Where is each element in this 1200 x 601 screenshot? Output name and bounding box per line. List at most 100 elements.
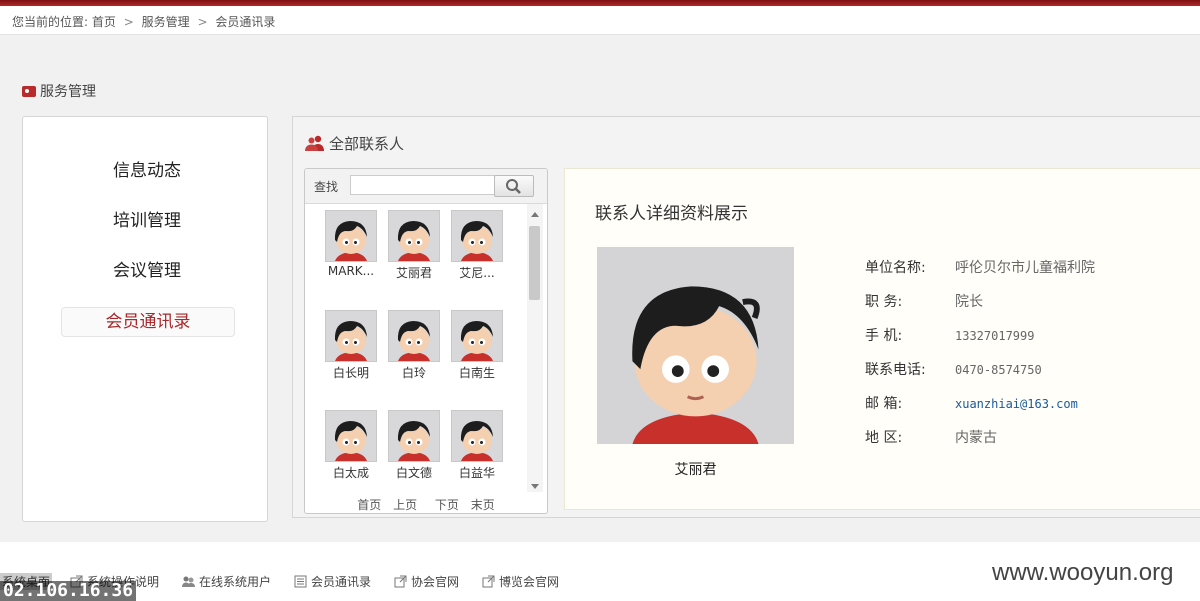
- contacts-title: 全部联系人: [305, 133, 404, 154]
- avatar: [325, 210, 377, 262]
- contact-card[interactable]: 白文德: [384, 408, 444, 494]
- contact-list-panel: 查找 MARK... 艾丽君 艾尼... 白长明 白玲 白南生白太成 白文德 白益华 首页 上…: [304, 168, 548, 514]
- field-value: 院长: [955, 294, 983, 310]
- avatar-image: [597, 247, 794, 444]
- field-title: 职 务: 院长: [865, 291, 983, 311]
- footer-bar: 系统桌面 系统操作说明 在线系统用户 会员通讯录 协会官网 博览会官网 www.…: [0, 543, 1200, 601]
- contact-card[interactable]: 白益华: [447, 408, 507, 494]
- avatar: [325, 410, 377, 462]
- avatar: [451, 310, 503, 362]
- field-label: 联系电话:: [865, 362, 926, 378]
- contact-card[interactable]: MARK...: [321, 208, 381, 298]
- list-icon: [294, 575, 307, 588]
- contact-card-name: 白长明: [332, 366, 369, 380]
- footer-link-label: 在线系统用户: [199, 575, 272, 589]
- contact-card-name: 艾丽君: [395, 266, 432, 280]
- contact-card-name: 白太成: [332, 466, 369, 480]
- contact-card[interactable]: 白南生: [447, 308, 507, 398]
- external-link-icon: [482, 575, 495, 588]
- breadcrumb-prefix: 您当前的位置:: [12, 15, 89, 29]
- avatar: [388, 410, 440, 462]
- contacts-title-text: 全部联系人: [329, 135, 405, 153]
- contact-card-name: 艾尼...: [459, 266, 495, 280]
- contact-card-name: 白玲: [401, 366, 426, 380]
- field-org: 单位名称: 呼伦贝尔市儿童福利院: [865, 257, 1095, 277]
- external-link-icon: [394, 575, 407, 588]
- field-label: 单位名称:: [865, 260, 926, 276]
- contact-list-scrollbar[interactable]: [527, 204, 543, 492]
- field-label: 职 务:: [865, 294, 903, 310]
- contact-card-name: 白文德: [395, 466, 432, 480]
- footer-link-expo[interactable]: 博览会官网: [482, 573, 559, 590]
- search-input[interactable]: [350, 175, 498, 195]
- avatar: [451, 210, 503, 262]
- field-value: 呼伦贝尔市儿童福利院: [955, 260, 1095, 276]
- pager: 首页 上页 下页 末页: [305, 496, 547, 512]
- field-value: 内蒙古: [955, 430, 997, 446]
- contact-card[interactable]: 艾尼...: [447, 208, 507, 298]
- footer-link-association[interactable]: 协会官网: [394, 573, 459, 590]
- contact-card-name: MARK...: [327, 264, 375, 278]
- field-phone: 联系电话: 0470-8574750: [865, 359, 1042, 379]
- contact-grid: MARK... 艾丽君 艾尼... 白长明 白玲 白南生白太成 白文德 白益华: [305, 204, 527, 494]
- section-title-text: 服务管理: [40, 84, 96, 100]
- email-link[interactable]: xuanzhiai@163.com: [955, 397, 1078, 411]
- pager-first[interactable]: 首页: [357, 498, 381, 512]
- pager-next[interactable]: 下页: [435, 498, 459, 512]
- breadcrumb-separator: >: [123, 15, 134, 29]
- field-value: 0470-8574750: [955, 363, 1042, 377]
- breadcrumb-home[interactable]: 首页: [92, 15, 116, 29]
- search-button[interactable]: [494, 175, 534, 197]
- contact-photo: [597, 247, 794, 444]
- section-title: 服务管理: [22, 81, 96, 101]
- id-card-icon: [22, 86, 36, 97]
- users-icon: [305, 135, 324, 151]
- main-area: 服务管理 信息动态 培训管理 会议管理 会员通讯录 全部联系人 查找 MARK.…: [0, 35, 1200, 542]
- avatar: [325, 310, 377, 362]
- footer-link-directory[interactable]: 会员通讯录: [294, 573, 371, 590]
- scrollbar-thumb[interactable]: [529, 226, 540, 300]
- contact-detail: 联系人详细资料展示 艾丽君 单位名称: 呼伦贝尔市儿童福利院 职 务: 院长 手 机…: [564, 168, 1200, 510]
- contact-card-name: 白南生: [458, 366, 495, 380]
- contact-card[interactable]: 白太成: [321, 408, 381, 494]
- left-nav: 信息动态 培训管理 会议管理 会员通讯录: [22, 116, 268, 522]
- search-row: 查找: [305, 169, 547, 204]
- avatar: [388, 210, 440, 262]
- search-icon: [506, 179, 521, 194]
- avatar: [451, 410, 503, 462]
- contact-card[interactable]: 白玲: [384, 308, 444, 398]
- field-email: 邮 箱: xuanzhiai@163.com: [865, 393, 1078, 413]
- nav-item-news[interactable]: 信息动态: [61, 157, 233, 185]
- footer-link-label: 博览会官网: [499, 575, 560, 589]
- users-icon: [182, 576, 195, 587]
- nav-item-meetings[interactable]: 会议管理: [61, 257, 233, 285]
- contact-name: 艾丽君: [674, 462, 717, 478]
- field-value: 13327017999: [955, 329, 1035, 343]
- footer-link-label: 协会官网: [411, 575, 460, 589]
- pager-last[interactable]: 末页: [471, 498, 495, 512]
- content-panel: 全部联系人 查找 MARK... 艾丽君 艾尼... 白长明 白玲 白南生白太成 白文德 白益…: [292, 116, 1200, 518]
- breadcrumb-service[interactable]: 服务管理: [142, 15, 190, 29]
- scroll-down-arrow-icon[interactable]: [531, 484, 539, 489]
- nav-item-directory[interactable]: 会员通讯录: [61, 307, 235, 337]
- ip-overlay: 02.106.16.36: [0, 581, 137, 601]
- field-label: 邮 箱:: [865, 396, 903, 412]
- contact-card[interactable]: 白长明: [321, 308, 381, 398]
- field-mobile: 手 机: 13327017999: [865, 325, 1034, 345]
- field-label: 手 机:: [865, 328, 903, 344]
- avatar: [388, 310, 440, 362]
- scroll-up-arrow-icon[interactable]: [531, 212, 539, 217]
- breadcrumb-current: 会员通讯录: [215, 15, 276, 29]
- contact-card-name: 白益华: [458, 466, 495, 480]
- breadcrumb-separator: >: [197, 15, 208, 29]
- nav-item-training[interactable]: 培训管理: [61, 207, 233, 235]
- pager-prev[interactable]: 上页: [393, 498, 417, 512]
- footer-link-online-users[interactable]: 在线系统用户: [182, 573, 271, 590]
- search-label: 查找: [314, 180, 339, 194]
- field-label: 地 区:: [865, 430, 903, 446]
- footer-link-label: 会员通讯录: [311, 575, 372, 589]
- breadcrumb: 您当前的位置: 首页 > 服务管理 > 会员通讯录: [0, 6, 1200, 35]
- watermark: www.wooyun.org: [992, 559, 1174, 586]
- contact-card[interactable]: 艾丽君: [384, 208, 444, 298]
- detail-heading: 联系人详细资料展示: [595, 204, 748, 224]
